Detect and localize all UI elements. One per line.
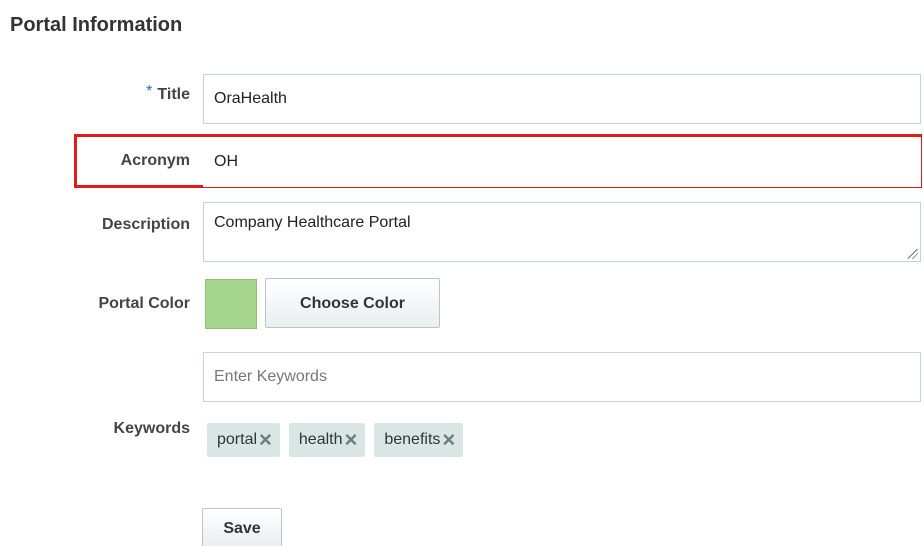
remove-tag-icon[interactable]: × (344, 429, 357, 451)
title-label: * Title (0, 83, 190, 104)
keyword-tag: health × (288, 423, 366, 457)
section-title: Portal Information (10, 14, 183, 36)
title-input[interactable]: OraHealth (203, 74, 921, 124)
keyword-tag-label: benefits (384, 431, 441, 448)
remove-tag-icon[interactable]: × (259, 429, 272, 451)
portal-information-form: Portal Information * Title OraHealth Acro… (0, 0, 924, 546)
keywords-input[interactable]: Enter Keywords (203, 352, 921, 402)
resize-grip-icon[interactable] (908, 249, 918, 259)
keyword-tag-label: health (298, 431, 343, 448)
keyword-tag: portal × (207, 423, 280, 457)
acronym-label: Acronym (120, 152, 190, 169)
keyword-tag-label: portal (217, 431, 258, 448)
description-value: Company Healthcare Portal (214, 214, 411, 231)
remove-tag-icon[interactable]: × (442, 429, 455, 451)
description-label: Description (101, 216, 190, 233)
keyword-tag: benefits × (374, 423, 464, 457)
acronym-input[interactable]: OH (203, 137, 921, 187)
title-label-text: Title (157, 86, 190, 103)
keywords-label: Keywords (113, 420, 190, 437)
keyword-tags: portal × health × benefits × (207, 423, 464, 457)
description-textarea[interactable]: Company Healthcare Portal (203, 202, 921, 262)
portal-color-swatch (205, 279, 257, 329)
save-button[interactable]: Save (202, 508, 282, 546)
choose-color-button[interactable]: Choose Color (265, 278, 440, 328)
portal-color-label: Portal Color (98, 295, 190, 312)
required-marker: * (146, 83, 153, 100)
